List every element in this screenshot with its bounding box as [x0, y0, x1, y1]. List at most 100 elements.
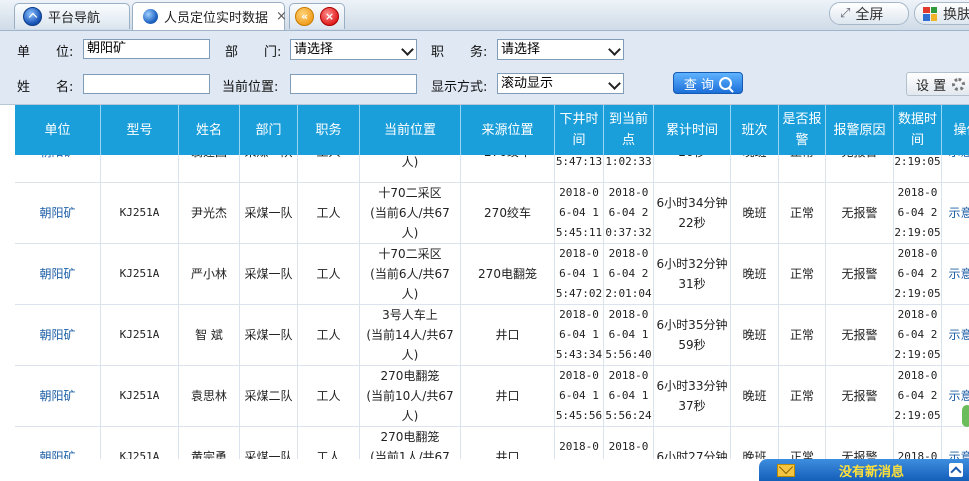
skin-label: 换肤 — [943, 6, 969, 23]
cell-total-time: 6小时32分钟 31秒 — [654, 243, 731, 304]
cell-duty: 工人 — [298, 243, 360, 304]
cell-total-time: 6小时34分钟 22秒 — [654, 182, 731, 243]
column-header-dept: 部门 — [240, 105, 298, 155]
cell-name: 严小林 — [179, 243, 240, 304]
message-bar[interactable]: 没有新消息 — [759, 459, 969, 481]
cell-dept: 采煤一队 — [240, 243, 298, 304]
chevron-down-icon — [608, 77, 621, 90]
cell-duty: 工人 — [298, 182, 360, 243]
column-header-arrive-time: 到当前点 — [604, 105, 654, 155]
cell-down-time: 2018-0 6-04 1 5:45:56 — [555, 365, 604, 426]
cell-data-time: 2018-0 6-04 2 2:19:05 — [894, 304, 942, 365]
table-row[interactable]: 朝阳矿 KJ251A 尹光杰 采煤一队 工人 十70二采区 (当前6人/共67 人) 270… — [15, 182, 969, 244]
cell-down-time: 2018-0 6-04 1 5:43:34 — [555, 304, 604, 365]
chevron-up-icon[interactable] — [949, 463, 963, 477]
scroll-handle[interactable] — [962, 405, 969, 427]
cell-down-time: 2018-0 6-04 1 — [555, 426, 604, 459]
filter-form: 单 位: 朝阳矿 部 门: 请选择 职 务: 请选择 姓 名: 当前位置: 显示… — [0, 31, 969, 105]
cell-unit: 朝阳矿 — [15, 304, 101, 365]
skin-button[interactable]: 换肤 — [914, 2, 969, 25]
cell-alarm-reason: 无报警 — [826, 155, 894, 182]
diagram-link[interactable]: 示意图 — [942, 155, 969, 182]
cell-alarm-reason: 无报警 — [826, 426, 894, 459]
cell-model: KJ251A — [101, 304, 179, 365]
cell-data-time: 2018-0 6-04 2 2:19:05 — [894, 243, 942, 304]
unit-input[interactable]: 朝阳矿 — [83, 39, 210, 59]
cell-model: KJ251A — [101, 365, 179, 426]
cell-alarm: 正常 — [779, 182, 826, 243]
cell-alarm-reason: 无报警 — [826, 182, 894, 243]
display-select-value: 滚动显示 — [501, 76, 554, 91]
cell-shift: 晚班 — [731, 304, 779, 365]
skin-icon — [923, 6, 937, 21]
cell-source: 270绞车 — [461, 182, 555, 243]
close-tab-icon[interactable]: × — [276, 9, 287, 24]
cell-data-time: 2018-0 6-04 2 2:19:05 — [894, 365, 942, 426]
table-row[interactable]: 朝阳矿KJ251A翁建国采煤一队工人(当前6人/共67 人)270绞车6-04 … — [15, 155, 969, 183]
cell-name: 智 斌 — [179, 304, 240, 365]
cell-dept: 采煤一队 — [240, 304, 298, 365]
column-header-source: 来源位置 — [461, 105, 555, 155]
cell-total-time: 20秒 — [654, 155, 731, 182]
display-label: 显示方式: — [431, 80, 488, 95]
table-row[interactable]: 朝阳矿 KJ251A 严小林 采煤一队 工人 十70二采区 (当前6人/共67 人) 270… — [15, 243, 969, 305]
diagram-link[interactable]: 示意图 — [942, 426, 969, 460]
column-header-total-time: 累计时间 — [654, 105, 731, 155]
column-header-alarm-reason: 报警原因 — [826, 105, 894, 155]
diagram-link[interactable]: 示意图 — [942, 182, 969, 243]
cell-unit: 朝阳矿 — [15, 426, 101, 459]
cell-dept: 采煤二队 — [240, 365, 298, 426]
cell-total-time: 6小时33分钟 37秒 — [654, 365, 731, 426]
display-select[interactable]: 滚动显示 — [497, 73, 624, 94]
dept-select-value: 请选择 — [294, 42, 334, 57]
column-header-unit: 单位 — [15, 105, 101, 155]
cell-alarm-reason: 无报警 — [826, 365, 894, 426]
settings-button-label: 设 置 — [916, 78, 947, 94]
cell-dept: 采煤一队 — [240, 426, 298, 459]
dept-label: 部 门: — [225, 45, 282, 60]
prev-tabs-icon[interactable]: « — [295, 7, 314, 26]
search-button[interactable]: 查 询 — [673, 72, 743, 94]
cell-source: 井口 — [461, 304, 555, 365]
column-header-position: 当前位置 — [360, 105, 461, 155]
table-body[interactable]: 朝阳矿KJ251A翁建国采煤一队工人(当前6人/共67 人)270绞车6-04 … — [15, 155, 969, 459]
cell-dept: 采煤一队 — [240, 182, 298, 243]
fullscreen-icon: ⤢ — [840, 6, 850, 21]
fullscreen-button[interactable]: ⤢ 全屏 — [829, 2, 909, 25]
diagram-link[interactable]: 示意图 — [942, 243, 969, 304]
settings-button[interactable]: 设 置 — [906, 72, 969, 96]
table-row[interactable]: 朝阳矿 KJ251A 袁思林 采煤二队 工人 270电翻笼 (当前10人/共67 人) 井口… — [15, 365, 969, 427]
tab-personnel-realtime-label: 人员定位实时数据 — [164, 11, 269, 26]
cell-alarm-reason: 无报警 — [826, 243, 894, 304]
cell-arrive-time: 2018-0 6-04 1 5:56:40 — [604, 304, 654, 365]
cell-model: KJ251A — [101, 182, 179, 243]
duty-select[interactable]: 请选择 — [497, 39, 624, 60]
cell-name: 袁思林 — [179, 365, 240, 426]
tab-personnel-realtime[interactable]: 人员定位实时数据 × — [132, 2, 287, 30]
position-input[interactable] — [290, 74, 417, 94]
cell-shift: 晚班 — [731, 155, 779, 182]
cell-name: 翁建国 — [179, 155, 240, 182]
close-all-tabs-icon[interactable]: × — [320, 7, 339, 26]
cell-source: 270电翻笼 — [461, 243, 555, 304]
tab-platform-nav[interactable]: 平台导航 — [14, 3, 130, 29]
cell-position: 十70二采区 (当前6人/共67 人) — [360, 182, 461, 243]
envelope-icon — [777, 463, 795, 477]
name-input[interactable] — [83, 74, 210, 94]
dept-select[interactable]: 请选择 — [290, 39, 417, 60]
column-header-shift: 班次 — [731, 105, 779, 155]
chevron-down-icon — [608, 43, 621, 56]
table-row[interactable]: 朝阳矿 KJ251A 智 斌采煤一队 工人 3号人车上 (当前14人/共67 人) 井口 2… — [15, 304, 969, 366]
cell-shift: 晚班 — [731, 426, 779, 459]
cell-name: 黄宗勇 — [179, 426, 240, 459]
diagram-link[interactable]: 示意图 — [942, 304, 969, 365]
column-header-duty: 职务 — [298, 105, 360, 155]
cell-unit: 朝阳矿 — [15, 155, 101, 182]
cell-position: 十70二采区 (当前6人/共67 人) — [360, 243, 461, 304]
table-row[interactable]: 朝阳矿KJ251A黄宗勇采煤一队工人270电翻笼 (当前1人/共67 人)井口2… — [15, 426, 969, 459]
cell-arrive-time: 2018-0 6-04 2 2:01:04 — [604, 243, 654, 304]
cell-down-time: 6-04 1 5:47:13 — [555, 155, 604, 182]
cell-shift: 晚班 — [731, 182, 779, 243]
gear-icon — [952, 77, 966, 91]
table-header: 单位 型号 姓名 部门 职务 当前位置 来源位置 下井时间 到当前点 累计时间 班次 是否报警 报警原因… — [15, 105, 969, 155]
